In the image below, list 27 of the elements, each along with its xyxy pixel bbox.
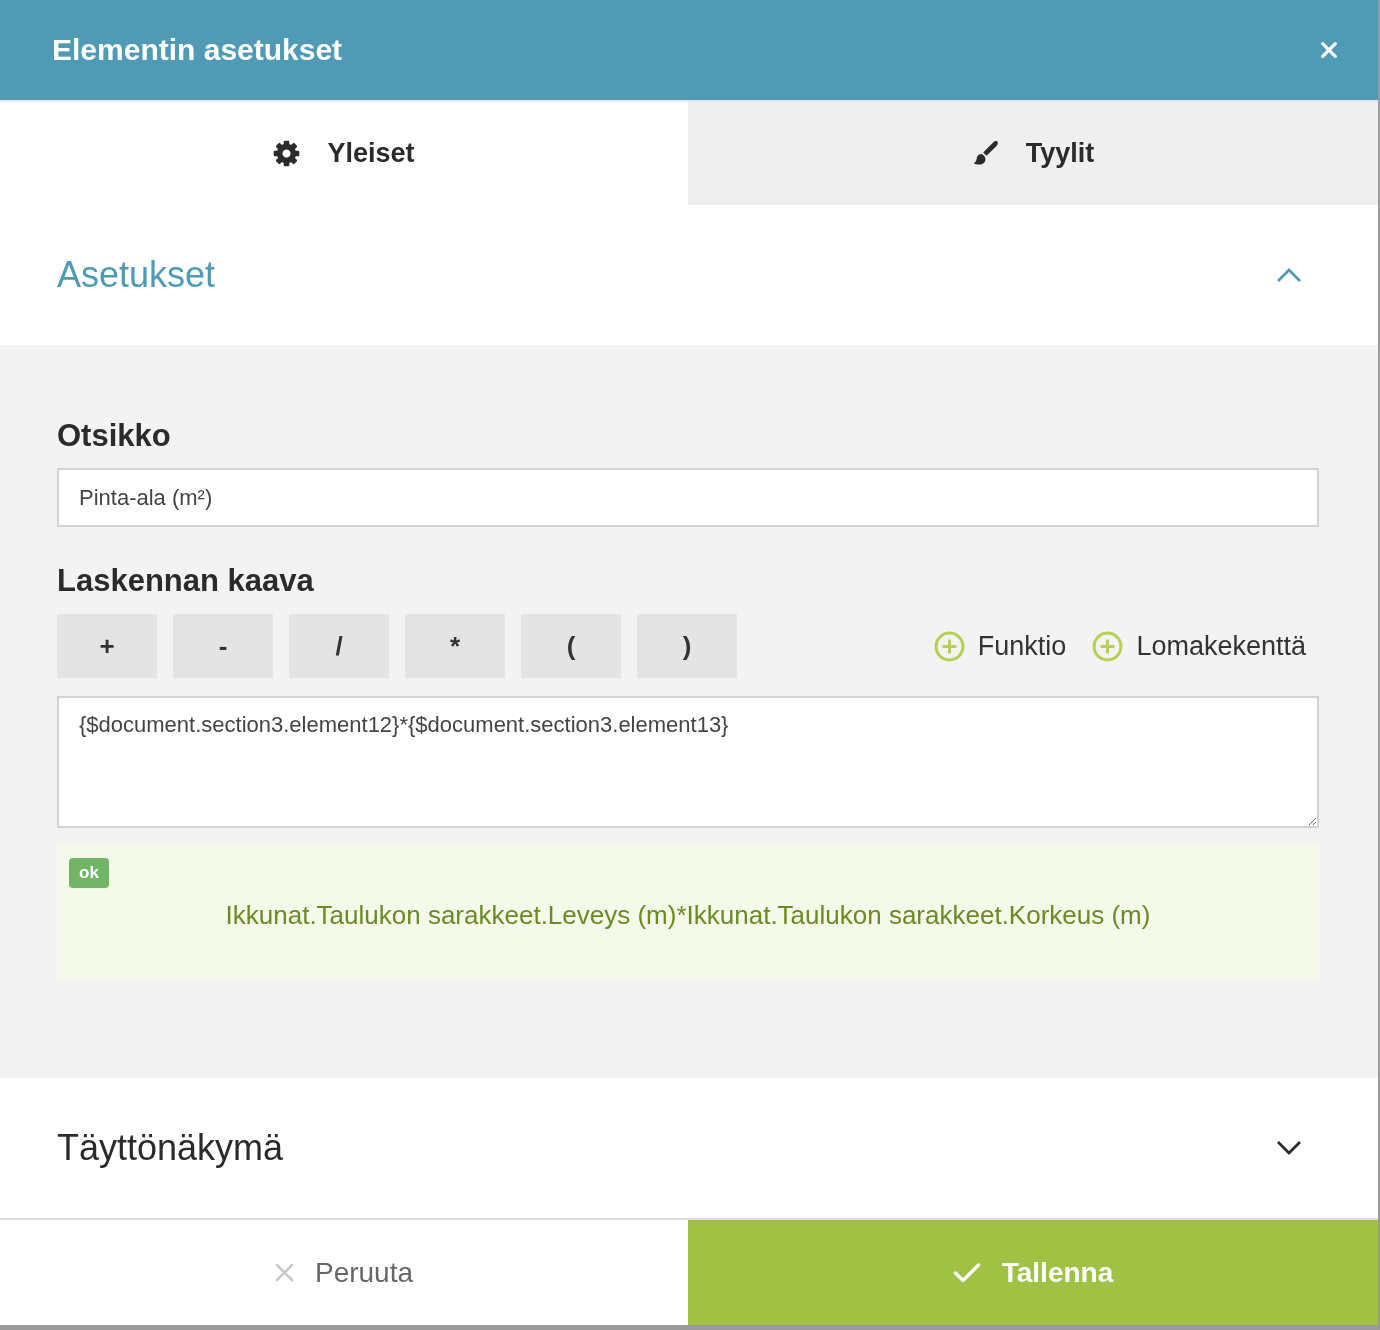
add-link[interactable]: Funktio [933,630,1067,662]
gear-icon [273,140,301,167]
operator-button[interactable]: + [57,614,157,678]
operator-button[interactable]: * [405,614,505,678]
section-title: Täyttönäkymä [57,1126,284,1170]
operator-button[interactable]: ( [521,614,621,678]
dialog-title: Elementin asetukset [52,32,343,68]
chevron-up-icon[interactable] [1276,267,1302,283]
tab[interactable]: Tyylit [688,102,1378,205]
operator-button[interactable]: / [289,614,389,678]
plus-circle-icon [1092,630,1124,662]
title-input[interactable]: Pinta-ala (m²) [57,468,1319,527]
status-badge: ok [69,858,109,888]
operator-button[interactable]: ) [637,614,737,678]
check-icon [952,1261,981,1284]
field-label: Otsikko [57,417,172,454]
formula-input[interactable]: {$document.section3.element12}*{$document.section3.element13} [57,696,1319,828]
brush-icon [971,140,999,167]
operator-button[interactable]: - [173,614,273,678]
field-label: Laskennan kaava [57,562,315,599]
plus-circle-icon [933,630,965,662]
close-icon[interactable] [1320,41,1338,59]
formula-preview: Ikkunat.Taulukon sarakkeet.Leveys (m)*Ikkunat.Taulukon sarakkeet.Korkeus (m) [224,900,1152,931]
chevron-down-icon[interactable] [1276,1140,1302,1156]
close-icon [274,1263,294,1282]
section-title: Asetukset [57,253,216,297]
add-link[interactable]: Lomakekenttä [1092,630,1306,662]
